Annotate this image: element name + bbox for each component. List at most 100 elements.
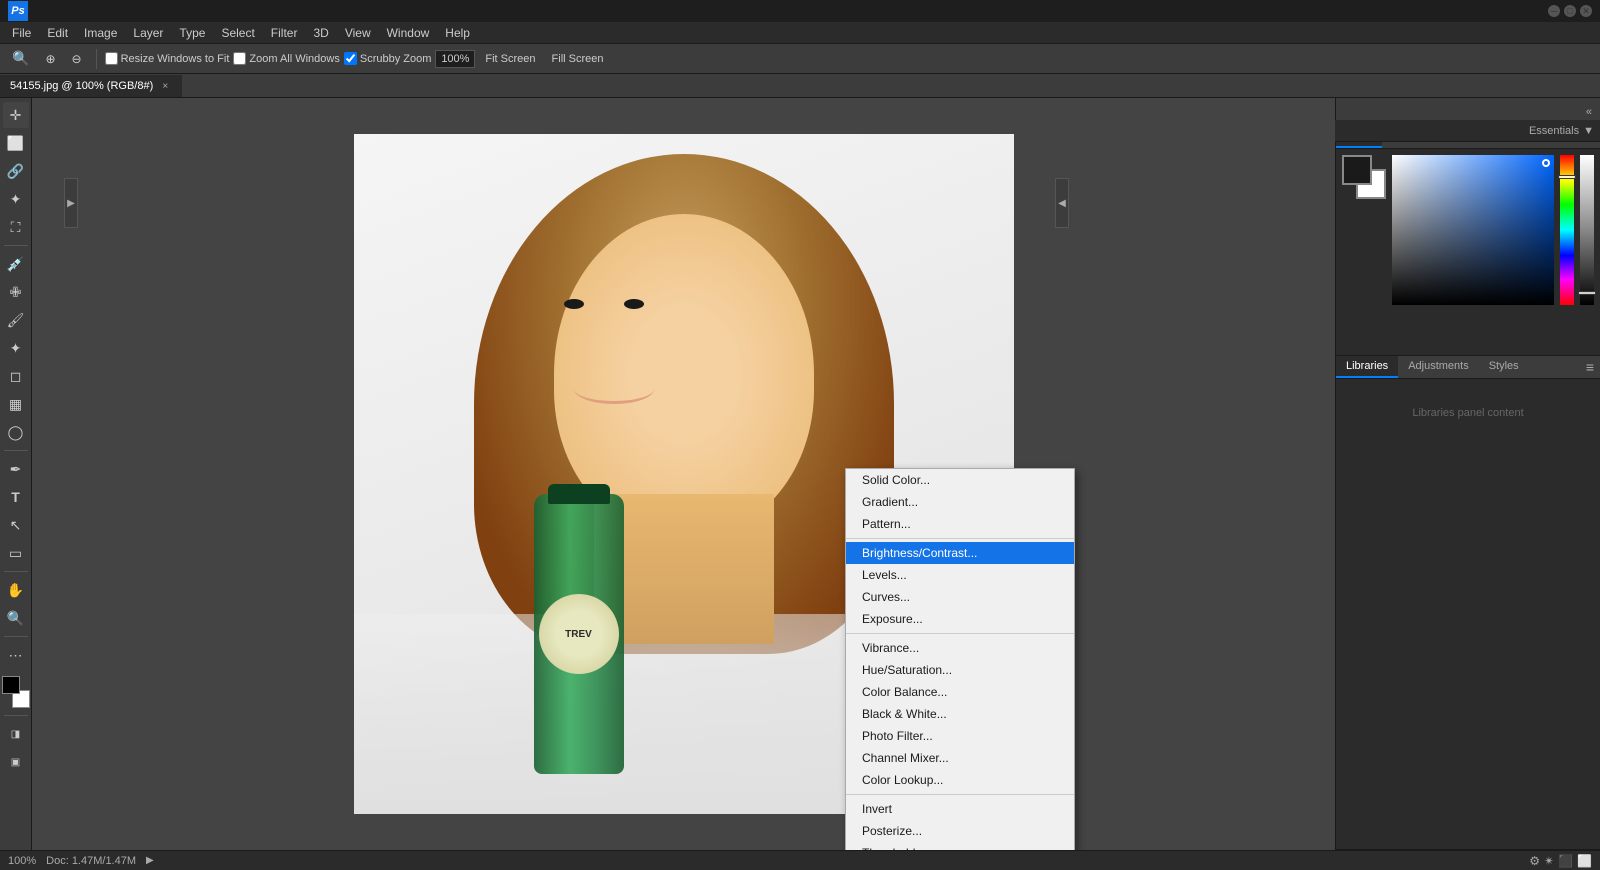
status-bar: 100% Doc: 1.47M/1.47M ▶ ⚙ ✴ ⬛ ⬜: [0, 850, 1600, 870]
quick-mask-button[interactable]: ◨: [3, 721, 29, 747]
menu-image[interactable]: Image: [76, 24, 125, 42]
menu-solid-color[interactable]: Solid Color...: [846, 469, 1074, 491]
menu-gradient[interactable]: Gradient...: [846, 491, 1074, 513]
zoom-in-icon[interactable]: ⊕: [39, 49, 61, 69]
dodge-tool[interactable]: ◯: [3, 419, 29, 445]
menu-exposure[interactable]: Exposure...: [846, 608, 1074, 630]
fill-screen-button[interactable]: Fill Screen: [546, 50, 610, 68]
tab-adjustments[interactable]: Adjustments: [1398, 356, 1479, 378]
path-select-tool[interactable]: ↖: [3, 512, 29, 538]
clone-tool[interactable]: ✦: [3, 335, 29, 361]
collapse-right-panel[interactable]: ◀: [1055, 178, 1069, 228]
color-gradient-picker[interactable]: [1392, 155, 1554, 305]
menu-curves[interactable]: Curves...: [846, 586, 1074, 608]
fg-bg-swatches: [1342, 155, 1386, 199]
color-gradient-main: [1392, 155, 1554, 305]
menu-type[interactable]: Type: [171, 24, 213, 42]
more-tools[interactable]: ⋯: [3, 642, 29, 668]
crop-tool[interactable]: ⛶: [3, 214, 29, 240]
tab-libraries[interactable]: Libraries: [1336, 356, 1398, 378]
minimize-button[interactable]: ─: [1548, 5, 1560, 17]
hand-tool[interactable]: ✋: [3, 577, 29, 603]
zoom-all-windows-checkbox[interactable]: Zoom All Windows: [233, 52, 339, 65]
menu-color-lookup[interactable]: Color Lookup...: [846, 769, 1074, 791]
magic-wand-tool[interactable]: ✦: [3, 186, 29, 212]
resize-windows-label: Resize Windows to Fit: [121, 53, 230, 65]
zoom-all-windows-label: Zoom All Windows: [249, 53, 339, 65]
menu-window[interactable]: Window: [379, 24, 438, 42]
brush-tool[interactable]: 🖌: [3, 307, 29, 333]
foreground-color-swatch[interactable]: [2, 676, 20, 694]
menu-posterize[interactable]: Posterize...: [846, 820, 1074, 842]
hue-slider[interactable]: [1560, 155, 1574, 305]
healing-tool[interactable]: ✙: [3, 279, 29, 305]
menu-color-balance[interactable]: Color Balance...: [846, 681, 1074, 703]
alpha-slider[interactable]: [1580, 155, 1594, 305]
zoom-in-button[interactable]: 🔍: [6, 47, 35, 70]
close-button[interactable]: ✕: [1580, 5, 1592, 17]
collapse-left-panel[interactable]: ▶: [64, 178, 78, 228]
scrubby-zoom-input[interactable]: [344, 52, 357, 65]
menu-filter[interactable]: Filter: [263, 24, 306, 42]
essentials-dropdown-icon[interactable]: ▼: [1583, 125, 1594, 137]
bottle-cap: [548, 484, 610, 504]
status-icon-3[interactable]: ⬛: [1558, 854, 1573, 868]
marquee-tool[interactable]: ⬜: [3, 130, 29, 156]
menu-black-white[interactable]: Black & White...: [846, 703, 1074, 725]
zoom-out-icon[interactable]: ⊖: [66, 49, 88, 69]
libraries-tab-group: Libraries Adjustments Styles: [1336, 356, 1529, 378]
menu-photo-filter[interactable]: Photo Filter...: [846, 725, 1074, 747]
fit-screen-button[interactable]: Fit Screen: [479, 50, 541, 68]
eyedropper-tool[interactable]: 💉: [3, 251, 29, 277]
resize-windows-checkbox[interactable]: Resize Windows to Fit: [105, 52, 230, 65]
menu-channel-mixer[interactable]: Channel Mixer...: [846, 747, 1074, 769]
zoom-tool[interactable]: 🔍: [3, 605, 29, 631]
menu-file[interactable]: File: [4, 24, 39, 42]
menu-hue-saturation[interactable]: Hue/Saturation...: [846, 659, 1074, 681]
panel-collapse-btn[interactable]: «: [1582, 104, 1596, 120]
gradient-tool[interactable]: ▦: [3, 391, 29, 417]
zoom-percent-input[interactable]: [435, 50, 475, 68]
menu-3d[interactable]: 3D: [305, 24, 336, 42]
title-bar-left: Ps: [8, 1, 28, 21]
doc-tab-active[interactable]: 54155.jpg @ 100% (RGB/8#) ×: [0, 75, 182, 97]
menu-vibrance[interactable]: Vibrance...: [846, 637, 1074, 659]
title-bar: Ps ─ □ ✕: [0, 0, 1600, 22]
scrubby-zoom-checkbox[interactable]: Scrubby Zoom: [344, 52, 432, 65]
lt-sep-2: [4, 450, 28, 451]
menu-help[interactable]: Help: [437, 24, 478, 42]
text-tool[interactable]: T: [3, 484, 29, 510]
doc-tabs: 54155.jpg @ 100% (RGB/8#) ×: [0, 74, 1600, 98]
forward-arrow[interactable]: ▶: [146, 855, 154, 866]
resize-windows-input[interactable]: [105, 52, 118, 65]
menu-sep-3: [846, 794, 1074, 795]
menu-brightness-contrast[interactable]: Brightness/Contrast...: [846, 542, 1074, 564]
menu-select[interactable]: Select: [213, 24, 262, 42]
move-tool[interactable]: ✛: [3, 102, 29, 128]
menu-threshold[interactable]: Threshold...: [846, 842, 1074, 850]
lasso-tool[interactable]: 🔗: [3, 158, 29, 184]
canvas-area: TREV ★ ★ ★ ◀ ▶ Solid Color... Gradient..…: [32, 98, 1335, 850]
status-icon-1[interactable]: ⚙: [1529, 854, 1540, 868]
menu-pattern[interactable]: Pattern...: [846, 513, 1074, 535]
status-icon-4[interactable]: ⬜: [1577, 854, 1592, 868]
maximize-button[interactable]: □: [1564, 5, 1576, 17]
lt-sep-3: [4, 571, 28, 572]
zoom-all-windows-input[interactable]: [233, 52, 246, 65]
status-icon-2[interactable]: ✴: [1544, 854, 1554, 868]
menu-view[interactable]: View: [337, 24, 379, 42]
zoom-level: 100%: [8, 855, 36, 867]
menu-levels[interactable]: Levels...: [846, 564, 1074, 586]
lt-sep-1: [4, 245, 28, 246]
menu-invert[interactable]: Invert: [846, 798, 1074, 820]
menu-layer[interactable]: Layer: [125, 24, 171, 42]
menu-edit[interactable]: Edit: [39, 24, 76, 42]
libraries-panel-options[interactable]: ≡: [1580, 359, 1600, 375]
doc-tab-close-button[interactable]: ×: [159, 80, 171, 92]
tab-styles[interactable]: Styles: [1479, 356, 1529, 378]
eraser-tool[interactable]: ◻: [3, 363, 29, 389]
fg-color-swatch[interactable]: [1342, 155, 1372, 185]
shape-tool[interactable]: ▭: [3, 540, 29, 566]
screen-mode-button[interactable]: ▣: [3, 749, 29, 775]
pen-tool[interactable]: ✒: [3, 456, 29, 482]
